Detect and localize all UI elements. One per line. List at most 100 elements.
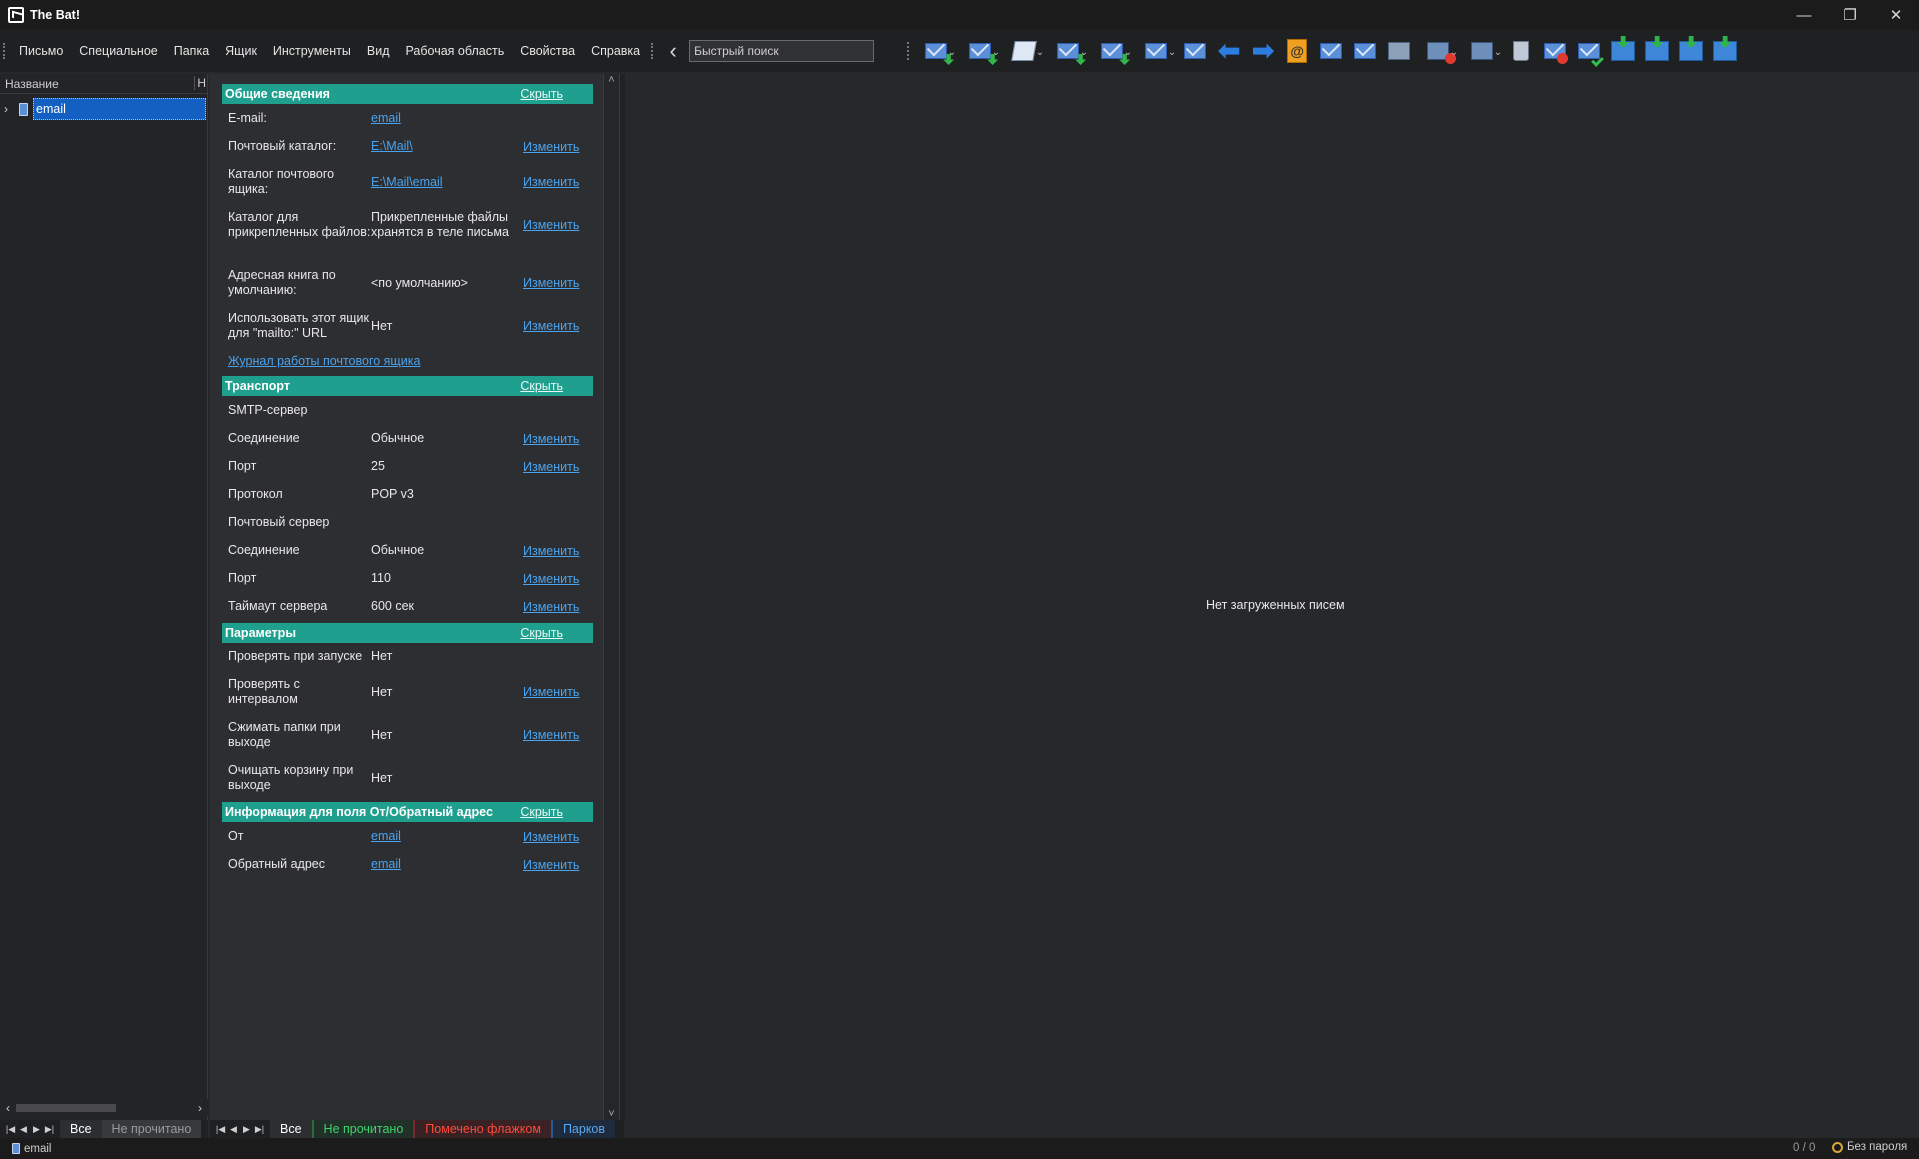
folder-label[interactable]: email [33,98,206,120]
scroll-left-icon[interactable]: ‹ [0,1101,16,1115]
change-link[interactable]: Изменить [523,175,579,189]
chevron-down-icon[interactable]: ⌄ [1168,47,1176,58]
change-link[interactable]: Изменить [523,685,579,699]
scroll-track[interactable] [16,1102,192,1114]
tab-unread[interactable]: Не прочитано [101,1120,202,1138]
chevron-down-icon[interactable]: ⌄ [948,47,956,58]
next-message-button[interactable]: ➡ [1248,36,1278,66]
close-button[interactable]: ✕ [1873,0,1919,30]
save-message-button[interactable] [1350,36,1380,66]
menu-view[interactable]: Вид [359,44,398,58]
scroll-up-icon[interactable]: ˄ [608,74,614,86]
address-book-button[interactable]: @ [1282,36,1312,66]
restore-button[interactable]: ❐ [1827,0,1873,30]
menu-grip[interactable] [3,43,5,59]
menu-letter[interactable]: Письмо [11,44,71,58]
tab-parked[interactable]: Парков [550,1120,616,1138]
mark-spam-button[interactable] [1540,36,1570,66]
change-link[interactable]: Изменить [523,432,579,446]
new-message-button[interactable]: ⌄ [1004,36,1044,66]
first-tab-icon[interactable]: |◀ [4,1124,17,1135]
change-link[interactable]: Изменить [523,276,579,290]
last-tab-icon[interactable]: ▶| [253,1124,266,1135]
change-link[interactable]: Изменить [523,600,579,614]
horizontal-scrollbar[interactable]: ‹ › [0,1099,208,1116]
first-tab-icon[interactable]: |◀ [214,1124,227,1135]
send-mail-button[interactable]: ⌄ [960,36,1000,66]
copy-message-button[interactable]: ⌄ [1462,36,1502,66]
delete-button[interactable] [1506,36,1536,66]
chevron-down-icon[interactable]: ⌄ [1124,47,1132,58]
change-link[interactable]: Изменить [523,218,579,232]
column-header-second[interactable]: Н [194,76,207,90]
find-message-button[interactable] [1316,36,1346,66]
column-header-name[interactable]: Название [5,77,59,91]
row-value-link[interactable]: email [371,829,523,844]
menu-workspace[interactable]: Рабочая область [398,44,513,58]
menu-tools[interactable]: Инструменты [265,44,359,58]
menu-folder[interactable]: Папка [166,44,217,58]
panel-splitter[interactable] [619,74,625,1120]
scroll-right-icon[interactable]: › [192,1101,208,1115]
hide-link[interactable]: Скрыть [520,379,563,393]
change-link[interactable]: Изменить [523,140,579,154]
tab-all[interactable]: Все [60,1120,102,1138]
change-link[interactable]: Изменить [523,858,579,872]
inbox-button-2[interactable] [1642,36,1672,66]
chevron-right-icon[interactable]: › [4,102,16,116]
row-value-link[interactable]: email [371,857,523,872]
forward-button[interactable]: ⌄ [1136,36,1176,66]
reply-button[interactable]: ⌄ [1048,36,1088,66]
chevron-down-icon[interactable]: ⌄ [1450,47,1458,58]
quick-search-input[interactable] [689,40,875,62]
row-value-link[interactable]: E:\Mail\ [371,139,523,154]
prev-tab-icon[interactable]: ◀ [17,1124,30,1135]
chevron-down-icon[interactable]: ⌄ [1080,47,1088,58]
chevron-down-icon[interactable]: ⌄ [992,47,1000,58]
chevron-down-icon[interactable]: ⌄ [1494,47,1502,58]
chevron-left-icon[interactable]: ‹ [663,37,683,65]
row-value-link[interactable]: E:\Mail\email [371,175,523,190]
minimize-button[interactable]: — [1781,0,1827,30]
inbox-button[interactable] [1608,36,1638,66]
redirect-button[interactable] [1180,36,1210,66]
menu-help[interactable]: Справка [583,44,648,58]
scroll-down-icon[interactable]: ˅ [608,1108,614,1120]
toolbar-grip-2[interactable] [907,42,910,60]
tab-flagged[interactable]: Помечено флажком [413,1120,551,1138]
menu-mailbox[interactable]: Ящик [217,44,265,58]
inbox-button-4[interactable] [1710,36,1740,66]
tab-all[interactable]: Все [270,1120,312,1138]
status-password[interactable]: Без пароля [1832,1141,1907,1153]
scroll-thumb[interactable] [16,1103,116,1112]
previous-message-button[interactable]: ⬅ [1214,36,1244,66]
hide-link[interactable]: Скрыть [520,626,563,640]
mailbox-log-link[interactable]: Журнал работы почтового ящика [228,354,420,368]
change-link[interactable]: Изменить [523,544,579,558]
change-link[interactable]: Изменить [523,460,579,474]
inbox-button-3[interactable] [1676,36,1706,66]
folder-item-email[interactable]: › email [0,98,208,120]
menu-special[interactable]: Специальное [71,44,165,58]
prev-tab-icon[interactable]: ◀ [227,1124,240,1135]
next-tab-icon[interactable]: ▶ [30,1124,43,1135]
next-tab-icon[interactable]: ▶ [240,1124,253,1135]
vertical-scrollbar[interactable]: ˄ ˅ [603,74,619,1120]
change-link[interactable]: Изменить [523,728,579,742]
move-message-button[interactable]: ⌄ [1418,36,1458,66]
toolbar-grip[interactable] [651,43,654,59]
hide-link[interactable]: Скрыть [520,805,563,819]
menu-properties[interactable]: Свойства [512,44,583,58]
last-tab-icon[interactable]: ▶| [43,1124,56,1135]
change-link[interactable]: Изменить [523,830,579,844]
tab-unread[interactable]: Не прочитано [311,1120,414,1138]
hide-link[interactable]: Скрыть [520,87,563,101]
change-link[interactable]: Изменить [523,319,579,333]
mark-not-spam-button[interactable] [1574,36,1605,67]
chevron-down-icon[interactable]: ⌄ [1036,47,1044,58]
reply-all-button[interactable]: ⌄ [1092,36,1132,66]
print-button[interactable] [1384,36,1414,66]
change-link[interactable]: Изменить [523,572,579,586]
row-value-link[interactable]: email [371,111,523,126]
get-mail-button[interactable]: ⌄ [916,36,956,66]
